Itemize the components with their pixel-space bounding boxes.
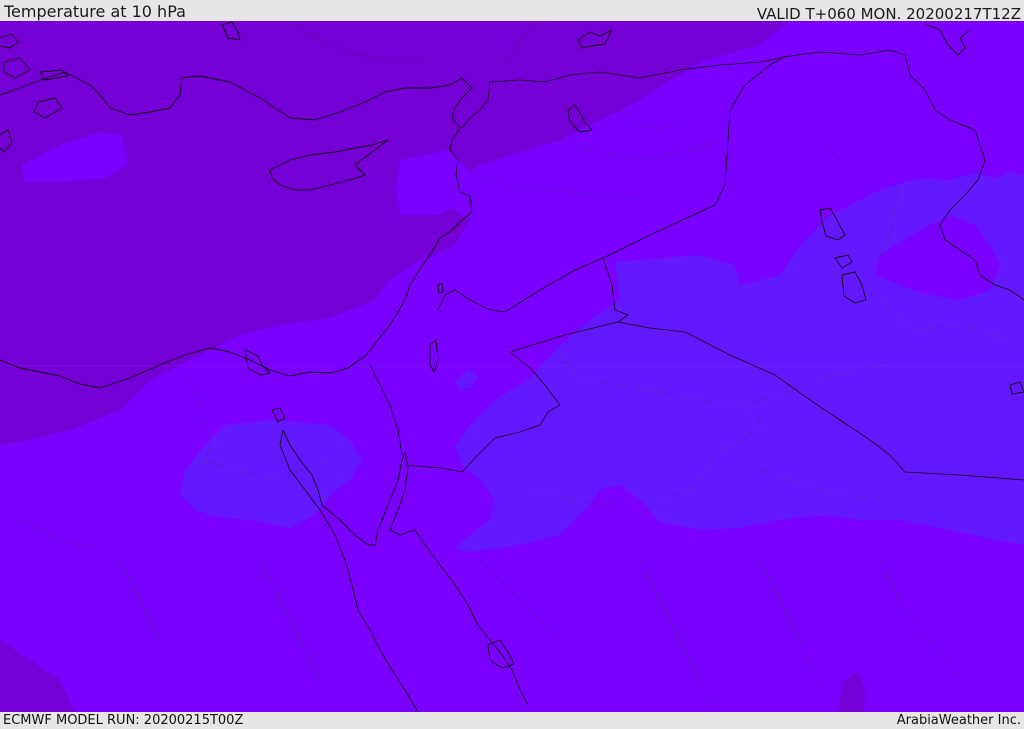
map-canvas xyxy=(0,21,1024,712)
header-bar: Temperature at 10 hPa VALID T+060 MON. 2… xyxy=(0,0,1024,23)
map-title: Temperature at 10 hPa xyxy=(4,2,186,21)
temperature-map[interactable] xyxy=(0,21,1024,712)
model-run-label: ECMWF MODEL RUN: 20200215T00Z xyxy=(3,713,244,728)
footer-bar: ECMWF MODEL RUN: 20200215T00Z ArabiaWeat… xyxy=(0,712,1024,729)
credit-label: ArabiaWeather Inc. xyxy=(896,713,1021,728)
valid-time: VALID T+060 MON. 20200217T12Z xyxy=(756,5,1021,23)
